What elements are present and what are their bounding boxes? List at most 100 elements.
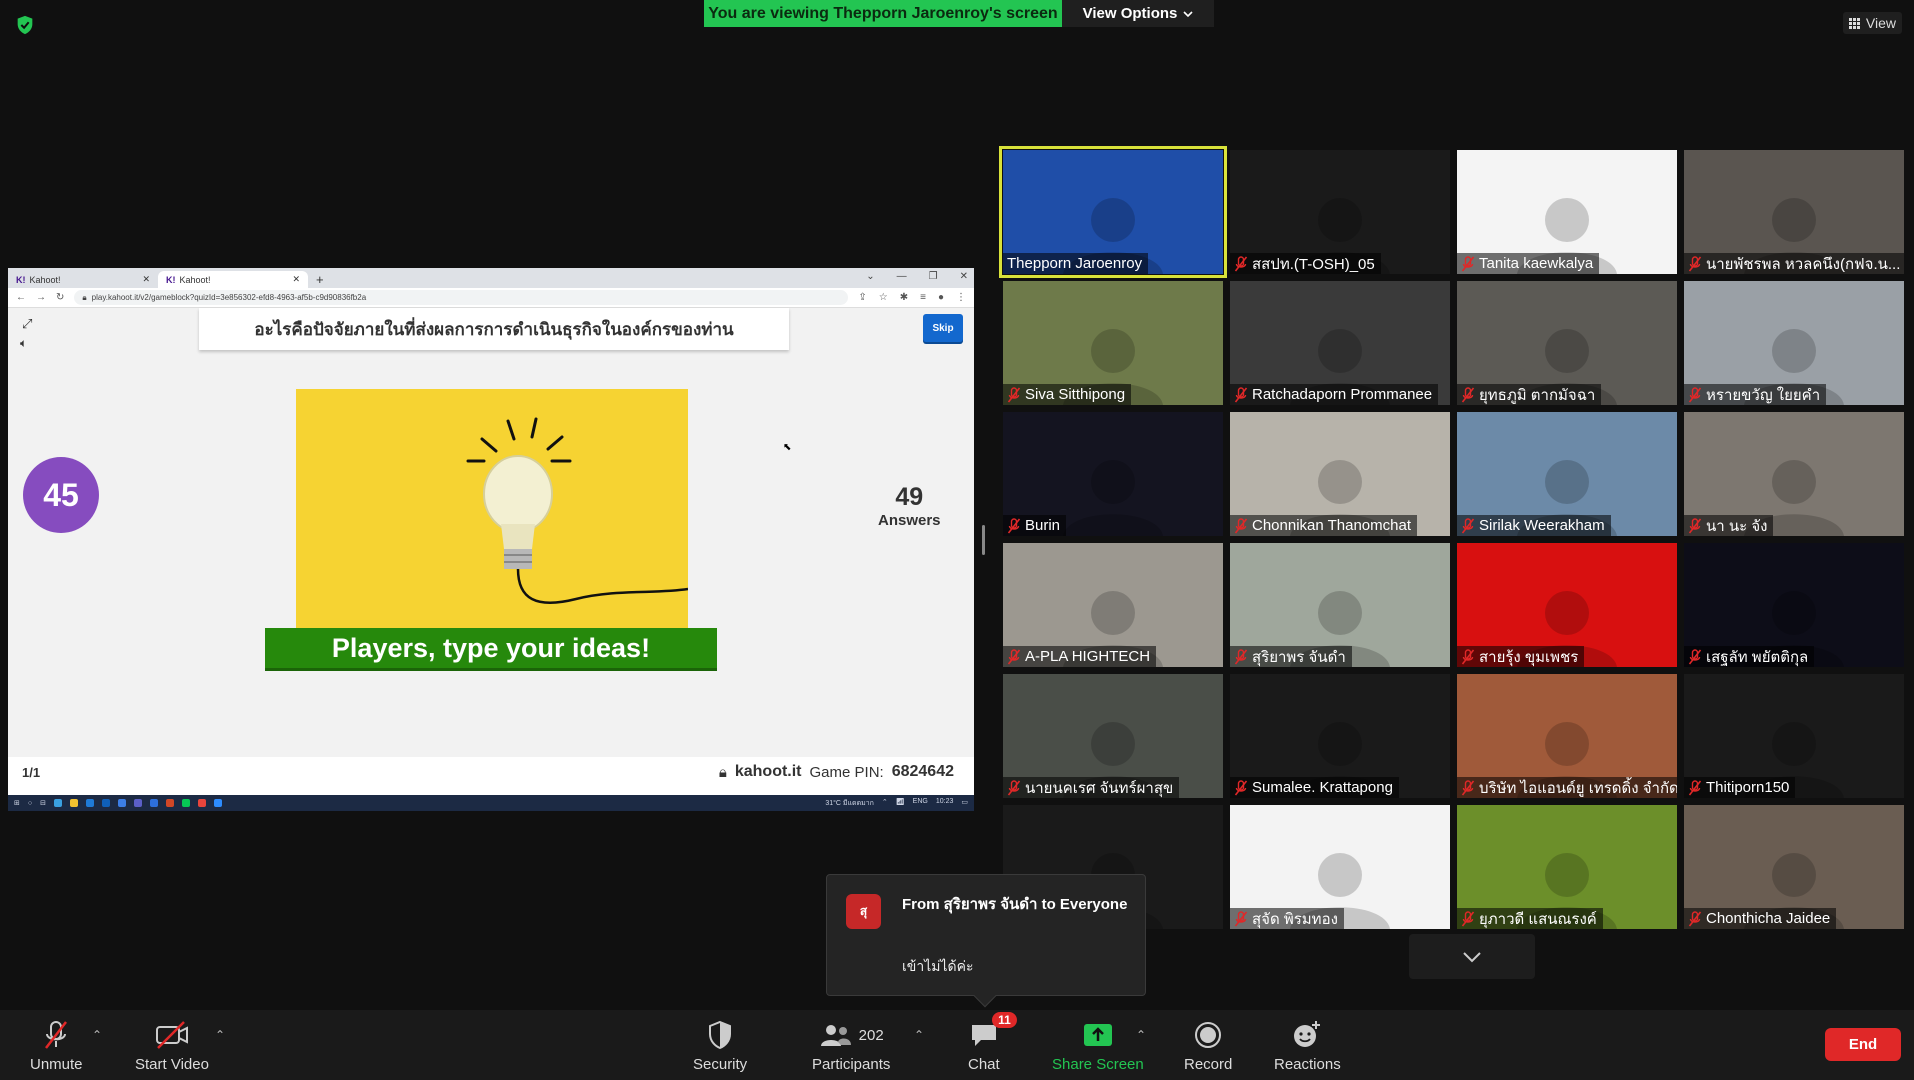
- participants-caret-icon[interactable]: ⌃: [914, 1028, 924, 1042]
- chevron-down-icon[interactable]: ⌄: [866, 271, 874, 282]
- participant-name: นายพัชรพล หวลคนึง(กฟจ.น...: [1706, 255, 1901, 273]
- participant-tile[interactable]: นา นะ จัง: [1684, 412, 1904, 536]
- share-screen-button[interactable]: Share Screen: [1052, 1018, 1144, 1073]
- share-icon[interactable]: ⇪: [858, 292, 866, 303]
- back-icon[interactable]: ←: [16, 292, 26, 303]
- outlook-icon[interactable]: [101, 799, 110, 807]
- forward-icon[interactable]: →: [36, 292, 46, 303]
- game-pin-label: Game PIN:: [809, 763, 884, 781]
- notification-icon[interactable]: ▭: [961, 798, 968, 809]
- participant-tile[interactable]: นายพัชรพล หวลคนึง(กฟจ.น...: [1684, 150, 1904, 274]
- participant-name-label: Chonthicha Jaidee: [1684, 908, 1837, 929]
- minimize-icon[interactable]: —: [897, 271, 907, 282]
- participant-tile[interactable]: Sumalee. Krattapong: [1230, 674, 1450, 798]
- star-icon[interactable]: ☆: [879, 292, 888, 303]
- participant-tile[interactable]: สายรุ้ง ขุมเพชร: [1457, 543, 1677, 667]
- store-icon[interactable]: [117, 799, 126, 807]
- participant-tile[interactable]: A-PLA HIGHTECH: [1003, 543, 1223, 667]
- maximize-icon[interactable]: ❐: [929, 271, 938, 282]
- split-view-handle[interactable]: [982, 525, 985, 555]
- windows-start-icon[interactable]: ⊞: [14, 799, 20, 807]
- powerpoint-icon[interactable]: [165, 799, 174, 807]
- encryption-shield-icon[interactable]: [14, 14, 36, 36]
- task-view-icon[interactable]: ⊟: [40, 799, 46, 807]
- share-options-caret-icon[interactable]: ⌃: [1136, 1028, 1146, 1042]
- close-window-icon[interactable]: ✕: [960, 271, 968, 282]
- chat-notification[interactable]: สุ From สุริยาพร จันดำ to Everyone เข้าไ…: [826, 874, 1146, 1008]
- participant-tile[interactable]: Siva Sitthipong: [1003, 281, 1223, 405]
- video-muted-icon: [155, 1021, 188, 1049]
- new-tab-icon[interactable]: +: [308, 271, 332, 288]
- participant-tile[interactable]: ยุภาวดี แสนณรงค์: [1457, 805, 1677, 929]
- browser-tab[interactable]: K! Kahoot! ✕: [8, 271, 158, 288]
- tray-up-icon[interactable]: ⌃: [882, 798, 888, 809]
- end-meeting-button[interactable]: End: [1825, 1028, 1901, 1061]
- teams-icon[interactable]: [133, 799, 142, 807]
- security-button[interactable]: Security: [693, 1018, 747, 1073]
- participant-tile[interactable]: Chonnikan Thanomchat: [1230, 412, 1450, 536]
- chrome-icon[interactable]: [197, 799, 206, 807]
- participant-tile[interactable]: เสฐลัท พยัตติกุล: [1684, 543, 1904, 667]
- video-options-caret-icon[interactable]: ⌃: [215, 1028, 225, 1042]
- reactions-button[interactable]: Reactions: [1274, 1018, 1341, 1073]
- unmute-button[interactable]: Unmute: [30, 1018, 83, 1073]
- explorer-icon[interactable]: [69, 799, 78, 807]
- participant-tile[interactable]: Tanita kaewkalya: [1457, 150, 1677, 274]
- record-icon: [1195, 1022, 1222, 1048]
- playlist-icon[interactable]: ≡: [920, 292, 926, 303]
- app-icon[interactable]: [149, 799, 158, 807]
- skip-button[interactable]: Skip: [923, 314, 963, 342]
- participant-tile[interactable]: Chonthicha Jaidee: [1684, 805, 1904, 929]
- profile-avatar-icon[interactable]: ●: [938, 292, 944, 303]
- notification-tail: [973, 984, 997, 1008]
- close-tab-icon[interactable]: ✕: [142, 274, 150, 285]
- participant-tile[interactable]: Sirilak Weerakham: [1457, 412, 1677, 536]
- participant-name-label: เสฐลัท พยัตติกุล: [1684, 646, 1815, 667]
- close-tab-icon[interactable]: ✕: [292, 274, 300, 285]
- volume-icon[interactable]: 🔈︎: [20, 336, 27, 351]
- participant-tile[interactable]: Ratchadaporn Prommanee: [1230, 281, 1450, 405]
- url-field[interactable]: 🔒︎ play.kahoot.it/v2/gameblock?quizId=3e…: [74, 290, 849, 305]
- browser-tab-active[interactable]: K! Kahoot! ✕: [158, 271, 308, 288]
- edge-legacy-icon[interactable]: [85, 799, 94, 807]
- start-video-button[interactable]: Start Video: [135, 1018, 209, 1073]
- view-options-label: View Options: [1082, 5, 1178, 22]
- participant-tile[interactable]: ยุทธภูมิ ตากมัจฉา: [1457, 281, 1677, 405]
- question-image: [296, 389, 689, 629]
- next-page-button[interactable]: [1409, 934, 1535, 979]
- fullscreen-icon[interactable]: ⤢: [22, 316, 32, 332]
- zoom-icon[interactable]: [213, 799, 222, 807]
- participant-name-label: ยุทธภูมิ ตากมัจฉา: [1457, 384, 1602, 405]
- chat-button[interactable]: 11 Chat: [968, 1012, 1017, 1073]
- view-options-button[interactable]: View Options: [1062, 0, 1214, 27]
- participant-tile[interactable]: หรายขวัญ ใยยคำ: [1684, 281, 1904, 405]
- participant-tile[interactable]: นายนคเรศ จันทร์ผาสุข: [1003, 674, 1223, 798]
- participant-tile[interactable]: Thepporn Jaroenroy: [999, 146, 1227, 278]
- extensions-icon[interactable]: ✱: [900, 292, 908, 303]
- participant-gallery: Thepporn Jaroenroy สสปท.(T-OSH)_05 Tanita …: [999, 146, 1905, 930]
- url-text: play.kahoot.it/v2/gameblock?quizId=3e856…: [91, 293, 367, 302]
- record-button[interactable]: Record: [1184, 1018, 1232, 1073]
- reactions-label: Reactions: [1274, 1056, 1341, 1073]
- participant-tile[interactable]: สุริยาพร จันดำ: [1230, 543, 1450, 667]
- microphone-muted-icon: [1461, 255, 1475, 271]
- edge-icon[interactable]: [53, 799, 62, 807]
- lock-icon: 🔒︎: [82, 292, 87, 302]
- reload-icon[interactable]: ↻: [56, 292, 64, 303]
- menu-dots-icon[interactable]: ⋮: [956, 292, 966, 303]
- audio-options-caret-icon[interactable]: ⌃: [92, 1028, 102, 1042]
- browser-tab-bar: K! Kahoot! ✕ K! Kahoot! ✕ + ⌄ — ❐ ✕: [8, 268, 974, 288]
- participant-tile[interactable]: Thitiporn150: [1684, 674, 1904, 798]
- network-icon[interactable]: 📶︎: [896, 798, 905, 809]
- participant-tile[interactable]: Burin: [1003, 412, 1223, 536]
- view-layout-button[interactable]: View: [1842, 12, 1902, 34]
- participants-button[interactable]: 202 Participants: [812, 1018, 890, 1073]
- language-indicator[interactable]: ENG: [913, 798, 928, 809]
- search-icon[interactable]: ○: [28, 800, 32, 807]
- participants-label: Participants: [812, 1056, 891, 1073]
- participant-tile[interactable]: บริษัท ไอแอนด์ยู เทรดดิ้ง จำกัด: [1457, 674, 1677, 798]
- line-icon[interactable]: [181, 799, 190, 807]
- participant-tile[interactable]: สุจัด พิรมทอง: [1230, 805, 1450, 929]
- participant-tile[interactable]: สสปท.(T-OSH)_05: [1230, 150, 1450, 274]
- kahoot-game: ⤢ 🔈︎ อะไรคือปัจจัยภายในที่ส่งผลการการดำเ…: [8, 308, 974, 787]
